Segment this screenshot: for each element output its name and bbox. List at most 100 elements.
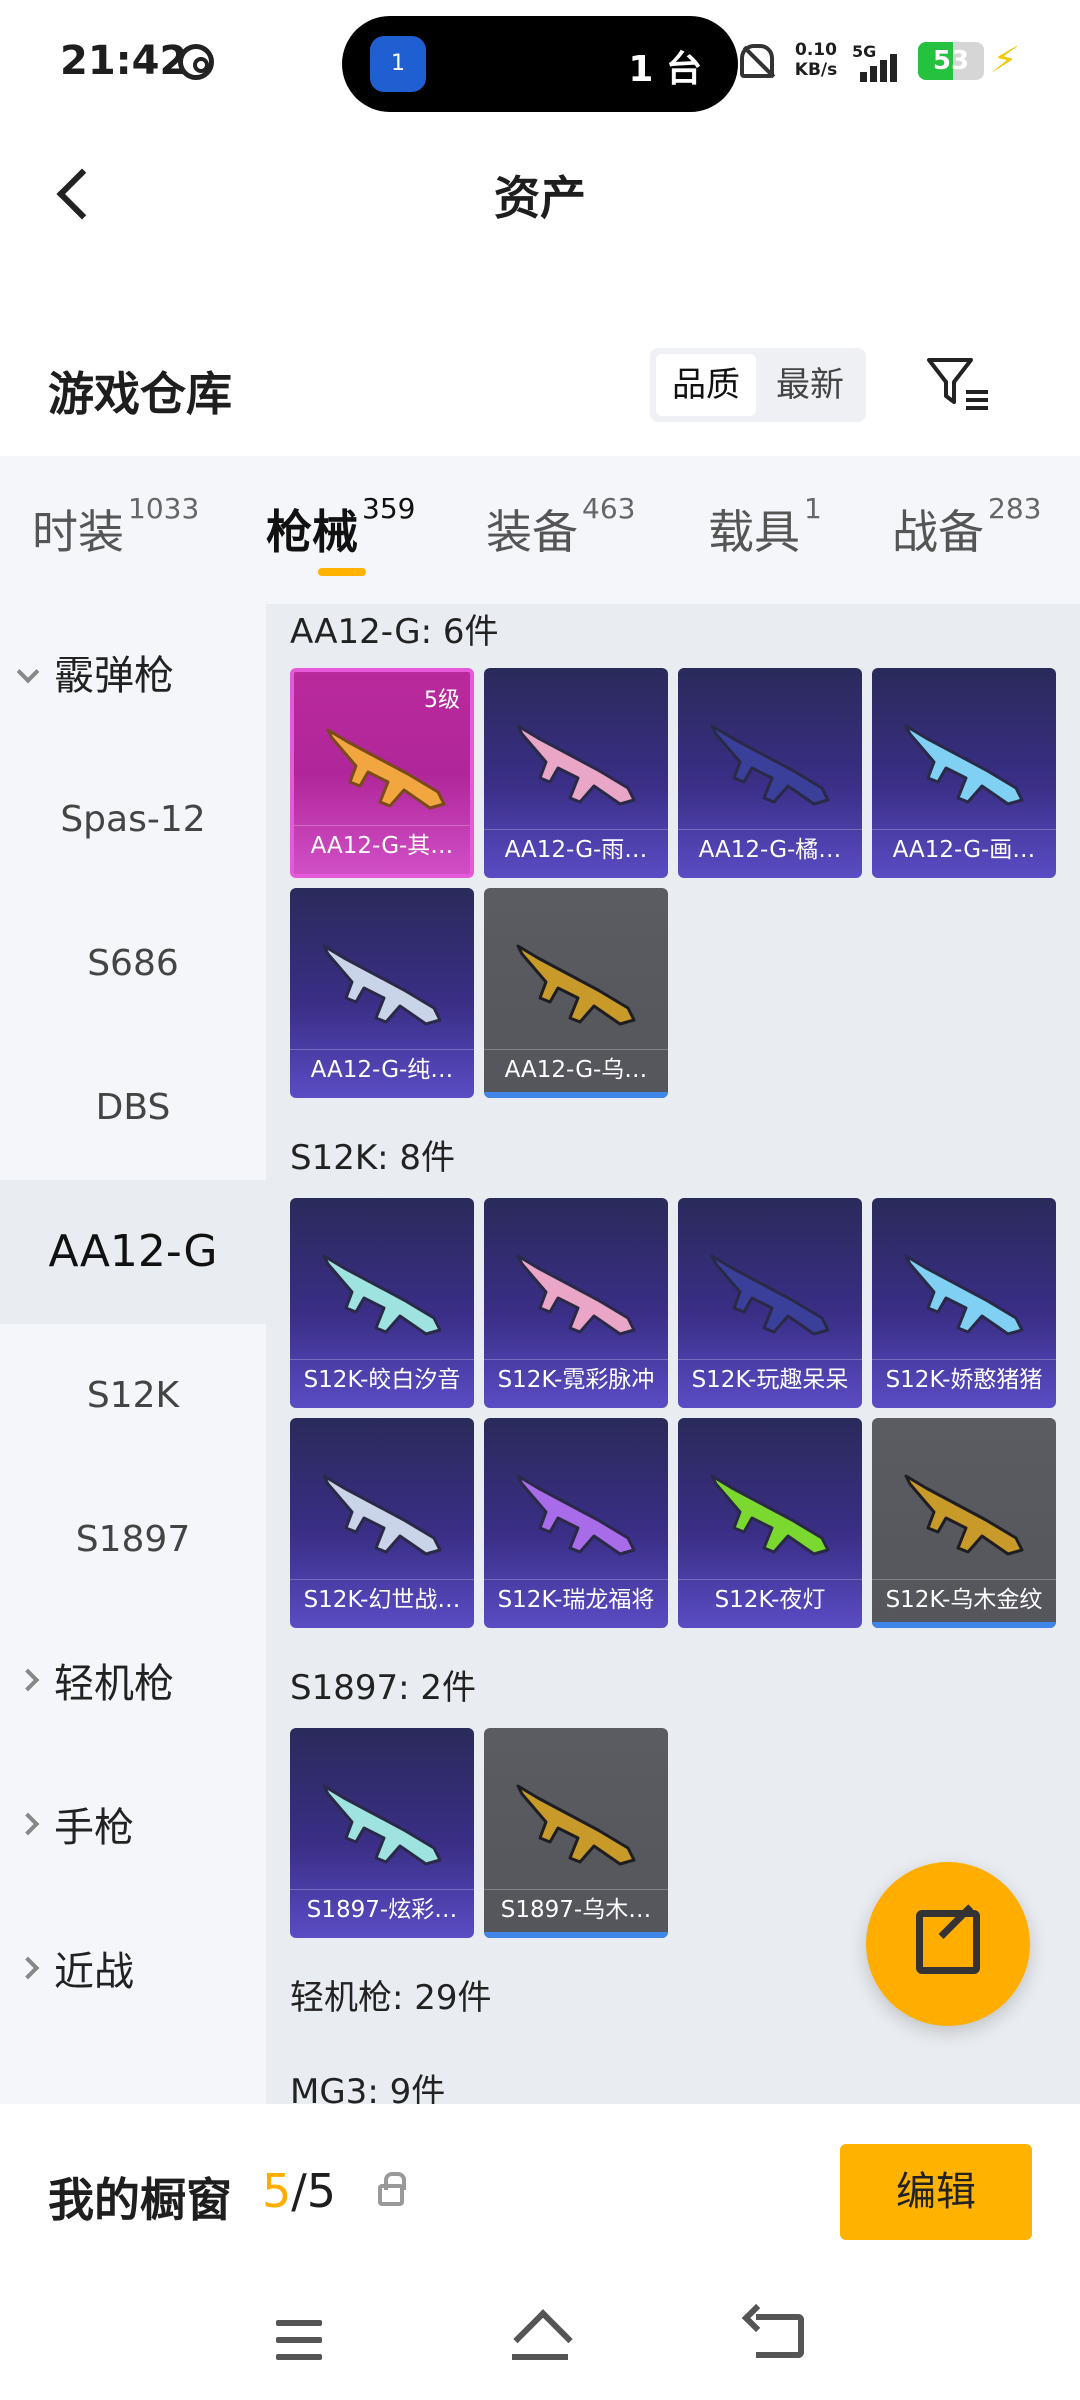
share-button[interactable] — [866, 1862, 1030, 2026]
section-title-aa12g: AA12-G: 6件 — [290, 612, 499, 652]
sort-toggle: 品质 最新 — [650, 348, 866, 422]
sidebar-group-pistol[interactable]: 手枪 — [16, 1756, 134, 1900]
weapon-skin-icon — [516, 944, 636, 1026]
tab-equipment[interactable]: 装备 463 — [486, 492, 635, 562]
weapon-skin-name: AA12-G-其… — [310, 833, 454, 859]
lock-icon — [378, 2172, 406, 2206]
status-time: 21:42 — [60, 38, 188, 84]
chevron-right-icon — [16, 1812, 40, 1836]
back-nav-icon[interactable] — [756, 2314, 804, 2358]
sidebar-group-label: 霰弹枪 — [54, 653, 174, 699]
weapon-skin-card[interactable]: S12K-娇憨猪猪 — [872, 1198, 1056, 1408]
tab-count: 283 — [988, 492, 1042, 525]
weapon-sidebar: 霰弹枪 Spas-12 S686 DBS AA12-G S12K S1897 轻… — [0, 604, 266, 2104]
weapon-skin-card[interactable]: S12K-乌木金纹 — [872, 1418, 1056, 1628]
skin-level-badge: 5级 — [424, 688, 460, 713]
sidebar-item-s686[interactable]: S686 — [0, 892, 266, 1036]
showcase-count: 5/5 — [262, 2164, 336, 2218]
sidebar-item-s12k[interactable]: S12K — [0, 1324, 266, 1468]
weapon-skin-icon — [904, 724, 1024, 806]
weapon-skin-name: S12K-玩趣呆呆 — [691, 1367, 849, 1393]
sidebar-item-dbs[interactable]: DBS — [0, 1036, 266, 1180]
chevron-right-icon — [16, 1956, 40, 1980]
tab-count: 1 — [804, 492, 822, 525]
sort-by-newest-button[interactable]: 最新 — [760, 354, 860, 416]
weapon-skin-icon — [322, 1254, 442, 1336]
warehouse-title: 游戏仓库 — [48, 367, 232, 421]
home-icon[interactable] — [512, 2312, 568, 2362]
weapon-skin-icon — [710, 1254, 830, 1336]
sidebar-item-aa12g[interactable]: AA12-G — [0, 1180, 266, 1324]
sidebar-group-shotgun[interactable]: 霰弹枪 — [16, 604, 174, 748]
island-text: 1 台 — [628, 49, 702, 90]
sidebar-group-label: 近战 — [54, 1949, 134, 1995]
tab-count: 1033 — [128, 492, 200, 525]
tab-label: 载具 — [708, 505, 800, 559]
chevron-right-icon — [16, 1668, 40, 1692]
weapon-skin-card[interactable]: AA12-G-乌… — [484, 888, 668, 1098]
weapon-skin-card[interactable]: S1897-乌木… — [484, 1728, 668, 1938]
weapon-skin-card[interactable]: AA12-G-画… — [872, 668, 1056, 878]
tab-supplies[interactable]: 战备 283 — [892, 492, 1041, 562]
section-title-s12k: S12K: 8件 — [290, 1138, 456, 1178]
weapon-skin-icon — [516, 1784, 636, 1866]
weapon-skin-card[interactable]: S12K-夜灯 — [678, 1418, 862, 1628]
chevron-down-icon — [16, 660, 40, 684]
weapon-skin-icon — [516, 724, 636, 806]
page-title: 资产 — [494, 171, 586, 225]
weapon-skin-icon — [322, 1784, 442, 1866]
tab-firearms[interactable]: 枪械 359 — [266, 492, 415, 562]
sidebar-group-lmg[interactable]: 轻机枪 — [16, 1612, 174, 1756]
tab-label: 装备 — [486, 505, 578, 559]
weapon-skin-icon — [322, 944, 442, 1026]
weapon-skin-card[interactable]: S12K-皎白汐音 — [290, 1198, 474, 1408]
tab-label: 战备 — [892, 505, 984, 559]
weapon-skin-name: AA12-G-画… — [892, 837, 1036, 863]
weapon-skin-name: S12K-瑞龙福将 — [497, 1587, 655, 1613]
app-activity-icon — [178, 44, 214, 80]
weapon-skin-card[interactable]: 5级 AA12-G-其… — [290, 668, 474, 878]
weapon-skin-icon — [710, 724, 830, 806]
weapon-skin-name: S12K-皎白汐音 — [303, 1367, 461, 1393]
weapon-skin-card[interactable]: S12K-玩趣呆呆 — [678, 1198, 862, 1408]
weapon-skin-card[interactable]: AA12-G-雨… — [484, 668, 668, 878]
weapon-skin-name: S12K-霓彩脉冲 — [497, 1367, 655, 1393]
tab-count: 359 — [362, 492, 416, 525]
tab-fashion[interactable]: 时装 1033 — [32, 492, 199, 562]
status-bar: 21:42 1 1 台 0.10 KB/s 5G 53 ⚡ — [0, 0, 1080, 120]
filter-icon[interactable] — [926, 356, 988, 412]
menu-icon[interactable] — [276, 2320, 322, 2360]
category-tabs: 时装 1033 枪械 359 装备 463 载具 1 战备 283 — [0, 456, 1080, 604]
section-title-mg3: MG3: 9件 — [290, 2072, 446, 2104]
mute-bell-icon — [740, 44, 774, 78]
sort-by-quality-button[interactable]: 品质 — [656, 354, 756, 416]
weapon-skin-card[interactable]: S1897-炫彩… — [290, 1728, 474, 1938]
weapon-skin-name: AA12-G-橘… — [698, 837, 842, 863]
weapon-skin-card[interactable]: S12K-幻世战… — [290, 1418, 474, 1628]
sidebar-group-melee[interactable]: 近战 — [16, 1900, 134, 2044]
sidebar-item-spas12[interactable]: Spas-12 — [0, 748, 266, 892]
dynamic-island[interactable]: 1 1 台 — [342, 16, 738, 112]
active-tab-indicator — [318, 568, 366, 576]
weapon-skin-card[interactable]: S12K-瑞龙福将 — [484, 1418, 668, 1628]
weapon-skin-name: AA12-G-纯… — [310, 1057, 454, 1083]
weapon-skin-card[interactable]: S12K-霓彩脉冲 — [484, 1198, 668, 1408]
weapon-skin-name: AA12-G-雨… — [504, 837, 648, 863]
sidebar-group-label: 轻机枪 — [54, 1661, 174, 1707]
section-title-s1897: S1897: 2件 — [290, 1668, 477, 1708]
tab-label: 枪械 — [266, 505, 358, 559]
showcase-label: 我的橱窗 — [48, 2173, 232, 2227]
edit-button[interactable]: 编辑 — [840, 2144, 1032, 2240]
showcase-total: /5 — [291, 2164, 337, 2218]
tab-count: 463 — [582, 492, 636, 525]
tab-label: 时装 — [32, 505, 124, 559]
weapon-skin-card[interactable]: AA12-G-橘… — [678, 668, 862, 878]
weapon-skin-icon — [516, 1474, 636, 1556]
battery-level: 53 — [932, 46, 970, 76]
sidebar-item-s1897[interactable]: S1897 — [0, 1468, 266, 1612]
tab-vehicles[interactable]: 载具 1 — [708, 492, 822, 562]
weapon-skin-icon — [322, 1474, 442, 1556]
weapon-skin-card[interactable]: AA12-G-纯… — [290, 888, 474, 1098]
weapon-skin-name: S12K-娇憨猪猪 — [885, 1367, 1043, 1393]
sidebar-group-label: 手枪 — [54, 1805, 134, 1851]
